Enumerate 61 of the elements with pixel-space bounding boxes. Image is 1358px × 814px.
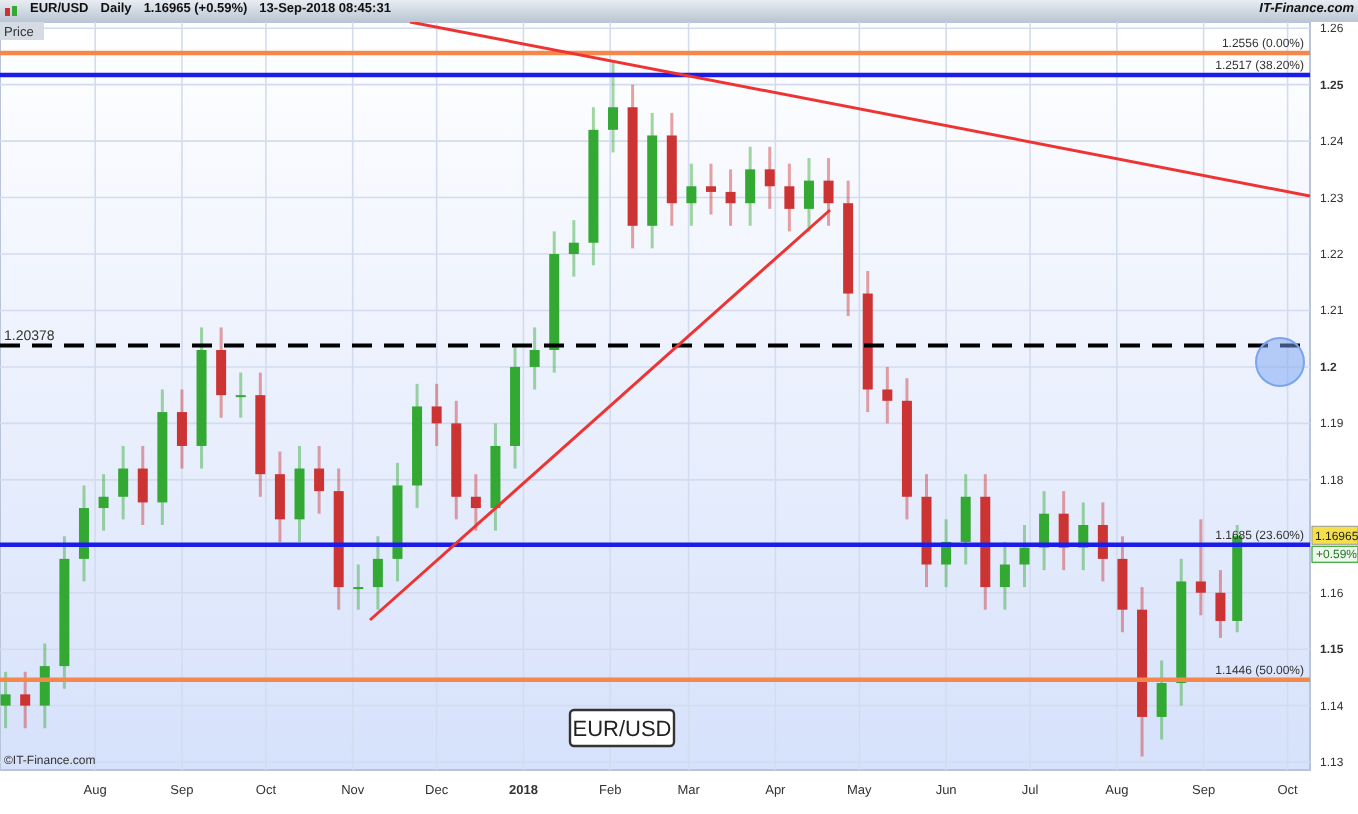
symbol-label: EUR/USD <box>568 708 676 748</box>
candlestick <box>941 519 952 588</box>
candlestick <box>20 671 31 729</box>
candlestick <box>921 474 932 588</box>
candlestick <box>999 541 1010 610</box>
candlestick <box>549 231 560 373</box>
candlestick <box>39 643 50 729</box>
candlestick <box>608 62 618 153</box>
candlestick <box>235 372 246 418</box>
candlestick <box>510 344 521 469</box>
candlestick <box>431 383 442 446</box>
candlestick <box>706 163 716 215</box>
candlestick <box>196 327 207 469</box>
candlestick <box>1156 660 1167 740</box>
candlestick <box>1058 491 1069 571</box>
candlestick <box>333 468 344 610</box>
candlestick <box>862 270 873 413</box>
candlestick <box>745 146 756 226</box>
candlestick <box>1117 536 1128 633</box>
candlestick-icon <box>4 3 18 19</box>
candlestick <box>274 451 285 542</box>
candlestick <box>137 445 148 525</box>
candlestick <box>412 383 423 509</box>
candlestick <box>176 389 187 469</box>
candlestick <box>784 163 795 232</box>
candlestick <box>803 158 814 232</box>
candlestick <box>470 474 481 531</box>
candlestick <box>1215 570 1226 638</box>
candlestick <box>98 474 109 531</box>
candlestick <box>490 423 501 531</box>
candlestick <box>882 366 893 424</box>
candlestick <box>392 462 403 582</box>
candlestick <box>901 378 912 520</box>
candlestick <box>843 180 854 317</box>
candlestick <box>1039 491 1050 571</box>
candlestick <box>1195 519 1206 616</box>
candlestick <box>157 389 168 525</box>
candlestick <box>314 445 325 514</box>
circle-marker <box>1255 337 1305 387</box>
candlestick <box>764 146 775 209</box>
candlestick <box>255 372 266 497</box>
candlestick <box>0 671 11 729</box>
candlestick <box>353 564 364 610</box>
candlestick <box>78 485 89 582</box>
candlestick <box>980 474 991 610</box>
candlestick <box>666 112 677 226</box>
candlestick <box>725 169 736 226</box>
candlestick <box>960 474 971 565</box>
candlestick <box>1078 502 1089 571</box>
candlestick <box>372 536 383 610</box>
candlestick <box>686 163 697 226</box>
candlestick <box>294 445 305 542</box>
candlestick <box>647 112 658 249</box>
candlestick <box>216 327 227 418</box>
candlestick <box>529 327 540 390</box>
candlestick <box>1097 502 1108 582</box>
candlestick <box>451 400 462 520</box>
candlestick <box>568 220 579 277</box>
candlestick <box>118 445 129 520</box>
candlestick <box>1019 525 1030 588</box>
candlestick <box>823 158 834 226</box>
